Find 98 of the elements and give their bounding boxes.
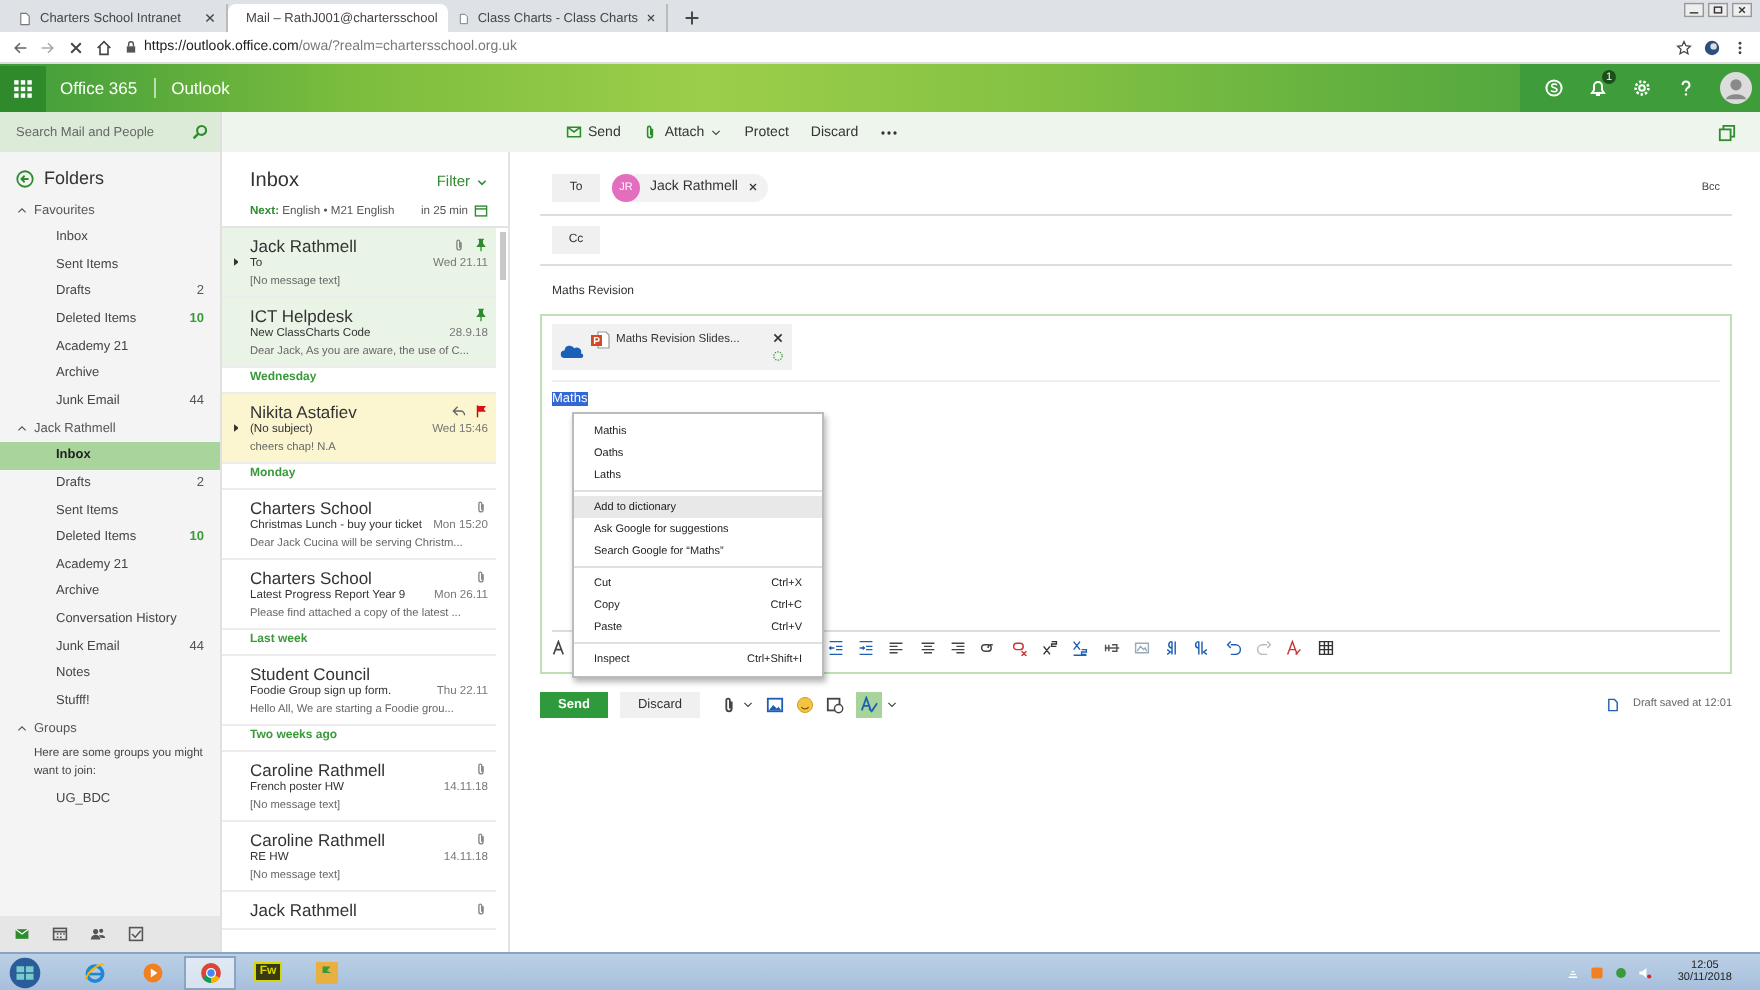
spelling-icon <box>860 695 878 713</box>
browser-logo-icon <box>83 961 105 983</box>
chevron-icon[interactable] <box>16 422 28 435</box>
settings-icon[interactable] <box>1632 78 1652 98</box>
subscript-icon[interactable] <box>1072 640 1089 656</box>
superscript-icon[interactable] <box>1041 640 1058 656</box>
message-sender: ICT Helpdesk <box>250 305 353 325</box>
skype-icon[interactable] <box>1544 78 1564 98</box>
message-item[interactable]: Jack Rathmell <box>222 892 496 930</box>
link-icon[interactable] <box>980 640 997 656</box>
bell-icon[interactable] <box>1588 78 1608 98</box>
caret-icon[interactable] <box>233 258 239 266</box>
message-sender: Nikita Astafiev <box>250 401 357 421</box>
people-icon[interactable] <box>90 926 106 942</box>
paperclip-icon <box>642 124 659 140</box>
search-icon[interactable] <box>192 124 208 140</box>
paperclip-icon <box>474 570 488 584</box>
message-sender: Charters School <box>250 497 372 517</box>
maximize-icon[interactable] <box>1708 2 1728 18</box>
message-sender: Caroline Rathmell <box>250 829 386 849</box>
table-icon[interactable] <box>1317 640 1334 656</box>
pin-icon[interactable] <box>474 308 488 322</box>
calendar-icon[interactable] <box>52 926 68 942</box>
home-icon[interactable] <box>96 39 112 55</box>
tasks-icon[interactable] <box>128 926 144 942</box>
strikethrough-icon[interactable] <box>1103 640 1120 656</box>
align-left-icon[interactable] <box>888 640 905 656</box>
paperclip-icon <box>452 238 466 252</box>
paperclip-icon <box>474 902 488 916</box>
paperclip-icon <box>474 762 488 776</box>
close-icon[interactable] <box>1732 2 1752 18</box>
stop-icon[interactable] <box>68 39 84 55</box>
page-icon <box>458 11 470 25</box>
mail-icon[interactable] <box>14 926 30 942</box>
new-tab-icon[interactable] <box>684 10 700 26</box>
align-center-icon[interactable] <box>919 640 936 656</box>
avatar[interactable] <box>1720 72 1752 104</box>
volume-icon[interactable] <box>1637 965 1652 979</box>
close-tab-icon[interactable] <box>646 12 656 24</box>
message-sender: Jack Rathmell <box>250 899 357 919</box>
document-icon <box>1606 697 1621 711</box>
taskbar-app[interactable] <box>184 955 236 989</box>
message-sender: Jack Rathmell <box>250 235 357 255</box>
message-sender: Student Council <box>250 663 371 683</box>
folders-title: Folders <box>44 168 105 188</box>
lock-icon[interactable] <box>124 40 138 54</box>
increase-indent-icon[interactable] <box>858 640 875 656</box>
paperclip-icon[interactable] <box>720 695 738 713</box>
caret-icon <box>710 126 723 138</box>
caret-icon <box>476 175 488 187</box>
back-icon[interactable] <box>12 39 28 55</box>
rtl-icon[interactable] <box>1194 640 1211 656</box>
undo-icon[interactable] <box>1225 640 1242 656</box>
play-icon <box>141 961 163 983</box>
app-launcher-icon[interactable] <box>0 65 46 111</box>
cloud-icon <box>560 344 584 360</box>
calendar-icon[interactable] <box>474 204 488 218</box>
help-icon[interactable] <box>1676 78 1696 98</box>
pin-icon[interactable] <box>474 238 488 252</box>
network-icon <box>1565 965 1580 979</box>
ltr-icon[interactable] <box>1164 640 1181 656</box>
envelope-icon <box>566 124 582 140</box>
inbox-title: Inbox <box>250 170 299 192</box>
close-tab-icon[interactable] <box>204 12 216 24</box>
paperclip-icon <box>474 832 488 846</box>
flag-icon[interactable] <box>474 404 488 418</box>
message-sender: Caroline Rathmell <box>250 759 386 779</box>
page-icon <box>18 11 32 25</box>
paperclip-icon <box>474 500 488 514</box>
emoji-icon[interactable] <box>796 695 814 713</box>
picture-icon[interactable] <box>766 695 784 713</box>
star-icon[interactable] <box>1676 39 1692 55</box>
pop-out-icon[interactable] <box>1718 123 1736 141</box>
browser-logo-icon <box>199 961 221 983</box>
caret-icon[interactable] <box>233 424 239 432</box>
spelling-button[interactable] <box>856 691 882 717</box>
remove-icon[interactable] <box>772 332 784 344</box>
remove-icon[interactable] <box>747 182 758 192</box>
extension-icon[interactable] <box>1704 39 1720 55</box>
message-sender: Charters School <box>250 567 372 587</box>
font-icon[interactable] <box>552 640 568 656</box>
chevron-icon[interactable] <box>16 204 28 216</box>
decrease-indent-icon[interactable] <box>827 640 844 656</box>
more-icon[interactable] <box>880 129 899 135</box>
back-icon[interactable] <box>16 169 34 187</box>
calendar-clock-icon[interactable] <box>826 695 844 713</box>
remove-link-icon[interactable] <box>1011 640 1028 656</box>
chevron-icon[interactable] <box>16 722 28 735</box>
loading-spinner-icon <box>772 350 784 362</box>
caret-icon[interactable] <box>886 698 898 710</box>
reply-icon <box>452 404 466 418</box>
presentation-file-icon <box>590 330 610 350</box>
clear-format-icon[interactable] <box>1286 640 1303 656</box>
start-button[interactable] <box>8 955 42 989</box>
flag-app-icon <box>315 961 337 983</box>
align-right-icon[interactable] <box>950 640 967 656</box>
minimize-icon[interactable] <box>1684 2 1704 18</box>
caret-icon[interactable] <box>742 698 754 710</box>
